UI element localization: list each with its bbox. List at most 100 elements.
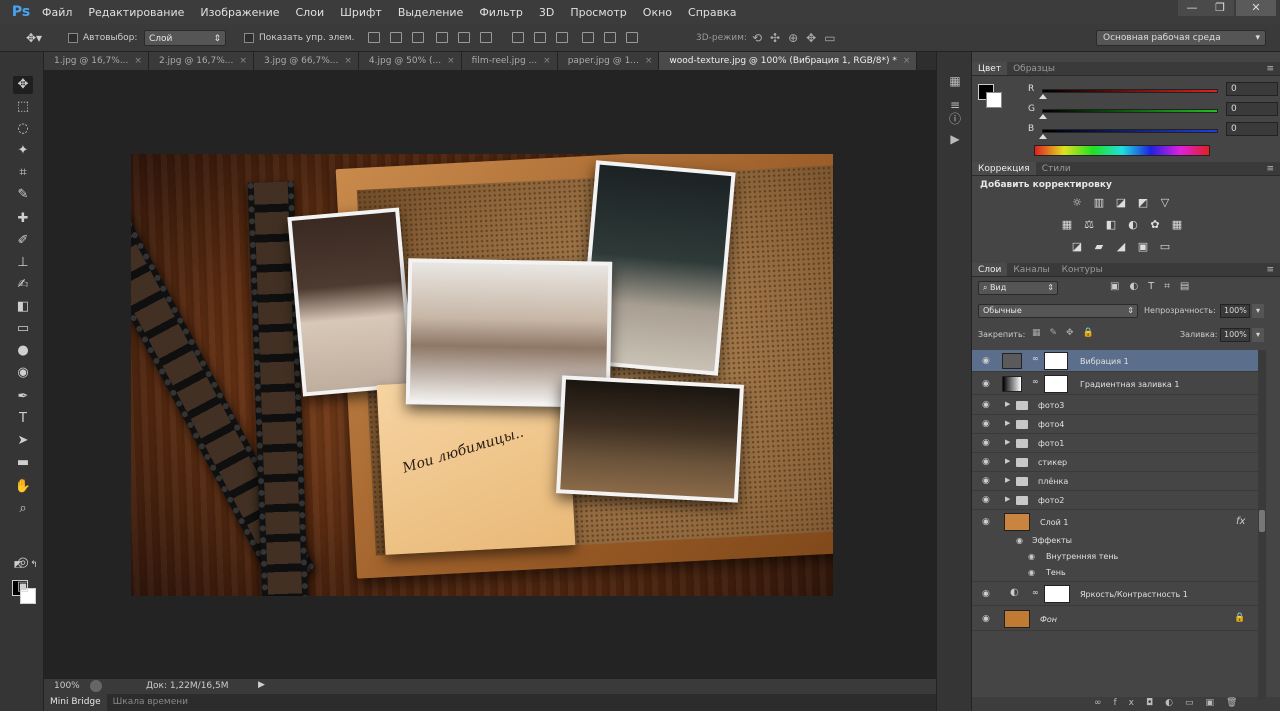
menu-window[interactable]: Окно <box>643 6 672 19</box>
red-track[interactable] <box>1042 89 1218 93</box>
eye-icon[interactable]: ◉ <box>982 495 992 505</box>
color-spectrum-bar[interactable] <box>1034 145 1210 156</box>
gradient-tool-icon[interactable]: ▭ <box>13 320 33 338</box>
healing-brush-tool-icon[interactable]: ✚ <box>13 210 33 228</box>
layer-mask-thumb[interactable] <box>1044 352 1068 370</box>
menu-file[interactable]: Файл <box>42 6 72 19</box>
eye-icon[interactable]: ◉ <box>982 476 992 486</box>
show-transform-controls-checkbox[interactable]: Показать упр. элем. <box>244 30 354 46</box>
close-icon[interactable]: × <box>134 56 142 66</box>
blue-thumb[interactable] <box>1039 134 1047 139</box>
tab-paths[interactable]: Контуры <box>1056 263 1109 276</box>
quick-mask-icon[interactable]: ◎ <box>13 554 33 572</box>
layer-row-gradient-fill[interactable]: ◉ ∞ Градиентная заливка 1 <box>972 373 1258 395</box>
close-button[interactable]: ✕ <box>1236 0 1276 16</box>
move-tool-icon[interactable]: ✥ <box>13 76 33 94</box>
distribute-vcenter-icon[interactable] <box>534 32 546 43</box>
eye-icon[interactable]: ◉ <box>1028 552 1035 561</box>
layer-row-group-film[interactable]: ◉ ▶ плёнка <box>972 472 1258 491</box>
eye-icon[interactable]: ◉ <box>1016 536 1023 545</box>
3d-mode-icons[interactable]: ⟲✣⊕✥▭ <box>752 30 844 46</box>
eye-icon[interactable]: ◉ <box>982 517 992 527</box>
threshold-icon[interactable]: ◢ <box>1114 241 1128 253</box>
align-vcenter-icon[interactable] <box>390 32 402 43</box>
color-balance-icon[interactable]: ⚖ <box>1082 219 1096 231</box>
menu-select[interactable]: Выделение <box>398 6 464 19</box>
layer-row-group-foto1[interactable]: ◉ ▶ фото1 <box>972 434 1258 453</box>
eye-icon[interactable]: ◉ <box>982 457 992 467</box>
green-thumb[interactable] <box>1039 114 1047 119</box>
move-tool-preset-icon[interactable]: ✥▾ <box>26 30 42 46</box>
tab-doc-4[interactable]: 4.jpg @ 50% (... × <box>358 52 462 70</box>
lock-icons[interactable]: ▦✎✥🔒 <box>1032 328 1103 338</box>
color-lookup-icon[interactable]: ▦ <box>1170 219 1184 231</box>
brush-tool-icon[interactable]: ✐ <box>13 232 33 250</box>
levels-icon[interactable]: ▥ <box>1092 197 1106 209</box>
auto-select-dropdown[interactable]: Слой ⇕ <box>144 30 226 46</box>
path-select-tool-icon[interactable]: ➤ <box>13 432 33 450</box>
opacity-slider-arrow-icon[interactable]: ▾ <box>1252 304 1264 318</box>
close-icon[interactable]: × <box>645 56 653 66</box>
shape-tool-icon[interactable]: ▬ <box>13 454 33 472</box>
workspace-dropdown[interactable]: Основная рабочая среда ▾ <box>1096 30 1266 46</box>
green-value[interactable]: 0 <box>1226 102 1278 116</box>
close-icon[interactable]: × <box>344 56 352 66</box>
layer-row-effects[interactable]: ◉ Эффекты <box>972 534 1258 550</box>
green-track[interactable] <box>1042 109 1218 113</box>
curves-icon[interactable]: ◪ <box>1114 197 1128 209</box>
blue-track[interactable] <box>1042 129 1218 133</box>
fill-slider-arrow-icon[interactable]: ▾ <box>1252 328 1264 342</box>
brightness-contrast-icon[interactable]: ☼ <box>1070 197 1084 209</box>
zoom-tool-icon[interactable]: ⌕ <box>13 500 33 518</box>
invert-icon[interactable]: ◪ <box>1070 241 1084 253</box>
minimize-button[interactable]: — <box>1178 0 1206 16</box>
menu-filter[interactable]: Фильтр <box>479 6 523 19</box>
tab-doc-film-reel[interactable]: film-reel.jpg ... × <box>461 52 558 70</box>
expand-arrow-icon[interactable]: ▶ <box>1005 495 1010 503</box>
eye-icon[interactable]: ◉ <box>982 356 992 366</box>
menu-help[interactable]: Справка <box>688 6 736 19</box>
selective-color-icon[interactable]: ▣ <box>1136 241 1150 253</box>
layers-footer-icons[interactable]: ∞fx◘◐▭▣🗑 <box>1094 698 1249 708</box>
exposure-icon[interactable]: ◩ <box>1136 197 1150 209</box>
black-white-icon[interactable]: ◧ <box>1104 219 1118 231</box>
hand-tool-icon[interactable]: ✋ <box>13 478 33 496</box>
eraser-tool-icon[interactable]: ◧ <box>13 298 33 316</box>
restore-button[interactable]: ❐ <box>1206 0 1234 16</box>
align-left-icon[interactable] <box>436 32 448 43</box>
slider-green[interactable]: G 0 <box>1028 102 1278 119</box>
auto-select-checkbox[interactable]: Автовыбор: <box>68 30 137 46</box>
tab-timeline[interactable]: Шкала времени <box>107 694 194 711</box>
screen-mode-icon[interactable]: ▣ <box>13 578 33 596</box>
blend-mode-dropdown[interactable]: Обычные ⇕ <box>978 304 1138 318</box>
zoom-level[interactable]: 100% <box>54 681 80 691</box>
panel-menu-icon[interactable]: ≡ <box>1266 62 1274 76</box>
layers-scrollbar[interactable] <box>1258 350 1266 700</box>
fill-value[interactable]: 100% <box>1220 328 1250 342</box>
align-right-icon[interactable] <box>480 32 492 43</box>
clone-stamp-tool-icon[interactable]: ⊥ <box>13 254 33 272</box>
menu-type[interactable]: Шрифт <box>340 6 382 19</box>
menu-view[interactable]: Просмотр <box>570 6 626 19</box>
tab-doc-2[interactable]: 2.jpg @ 16,7%... × <box>148 52 254 70</box>
layer-filter-icons[interactable]: ▣◐T⌗▤ <box>1110 281 1199 292</box>
hue-saturation-icon[interactable]: ▦ <box>1060 219 1074 231</box>
menu-image[interactable]: Изображение <box>200 6 279 19</box>
tab-mini-bridge[interactable]: Mini Bridge <box>44 694 107 711</box>
type-tool-icon[interactable]: T <box>13 410 33 428</box>
layer-row-background[interactable]: ◉ Фон 🔒 <box>972 607 1258 631</box>
status-icon[interactable] <box>90 680 102 692</box>
vibrance-icon[interactable]: ▽ <box>1158 197 1172 209</box>
channel-mixer-icon[interactable]: ✿ <box>1148 219 1162 231</box>
layer-row-group-foto4[interactable]: ◉ ▶ фото4 <box>972 415 1258 434</box>
layer-row-brightness-contrast[interactable]: ◉ ◐ ∞ Яркость/Контрастность 1 <box>972 582 1258 606</box>
canvas-area[interactable]: Мои любимицы.. <box>44 70 936 678</box>
tab-doc-1[interactable]: 1.jpg @ 16,7%... × <box>44 52 149 70</box>
close-icon[interactable]: × <box>903 56 911 66</box>
slider-red[interactable]: R 0 <box>1028 82 1278 99</box>
distribute-bottom-icon[interactable] <box>556 32 568 43</box>
close-icon[interactable]: × <box>543 56 551 66</box>
close-icon[interactable]: × <box>239 56 247 66</box>
lasso-tool-icon[interactable]: ◌ <box>13 120 33 138</box>
align-hcenter-icon[interactable] <box>458 32 470 43</box>
